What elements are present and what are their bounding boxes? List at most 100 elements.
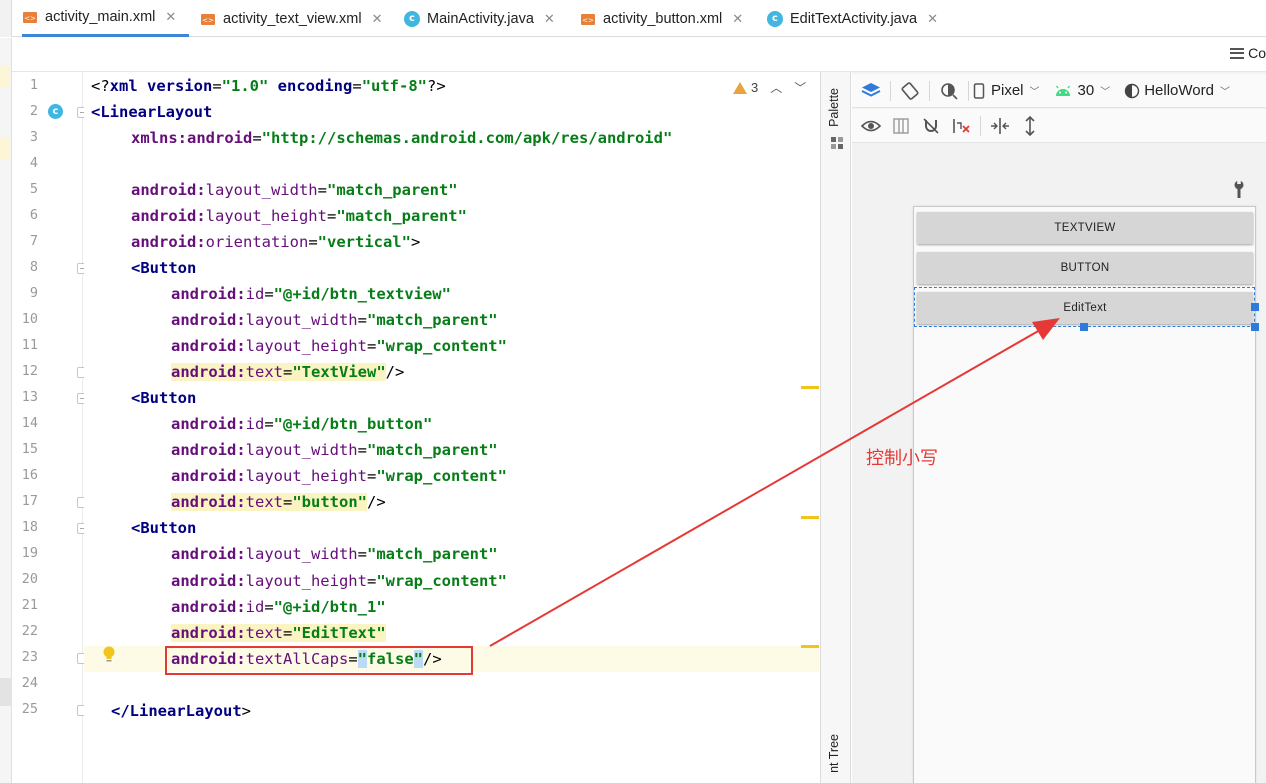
line-number: 7 <box>29 233 38 249</box>
resize-handle[interactable] <box>1251 303 1259 311</box>
code-line-15: android:layout_width="match_parent" <box>171 441 498 459</box>
line-number: 5 <box>29 181 38 197</box>
code-mode-label: Co <box>1248 45 1266 61</box>
line-number-gutter: 1 2 3 4 5 6 7 8 9 10 11 12 13 14 15 16 1… <box>12 72 88 783</box>
phone-icon <box>973 82 985 99</box>
code-line-7: android:orientation="vertical"> <box>131 233 421 251</box>
code-line-1: <?xml version="1.0" encoding="utf-8"?> <box>91 77 446 95</box>
preview-button-button[interactable]: BUTTON <box>917 252 1253 284</box>
preview-textview-button[interactable]: TEXTVIEW <box>917 212 1253 244</box>
wrench-icon[interactable] <box>1232 180 1246 198</box>
line-number: 23 <box>21 649 38 665</box>
close-icon[interactable]: ✕ <box>927 11 938 27</box>
tab-label: EditTextActivity.java <box>790 10 918 27</box>
scrollbar-warning-marker[interactable] <box>801 645 819 648</box>
selection-outline <box>914 287 1255 327</box>
device-selector[interactable]: Pixel ﹀ <box>973 82 1040 99</box>
tab-label: activity_button.xml <box>603 10 723 27</box>
code-line-21: android:id="@+id/btn_1" <box>171 598 386 616</box>
tab-edit-text-activity-java[interactable]: c EditTextActivity.java ✕ <box>767 0 938 37</box>
layers-icon[interactable] <box>860 80 882 102</box>
close-icon[interactable]: ✕ <box>544 11 555 27</box>
toolbar-separator <box>968 80 969 101</box>
toolbar-separator <box>980 115 981 136</box>
blueprint-icon[interactable] <box>890 115 912 137</box>
code-line-20: android:layout_height="wrap_content" <box>171 572 507 590</box>
code-line-6: android:layout_height="match_parent" <box>131 207 467 225</box>
svg-text:<>: <> <box>582 16 594 24</box>
line-number: 24 <box>21 675 38 691</box>
code-editor[interactable]: <?xml version="1.0" encoding="utf-8"?> <… <box>84 72 819 783</box>
edge-marker <box>0 138 10 160</box>
code-line-22: android:text="EditText" <box>171 624 386 642</box>
close-icon[interactable]: ✕ <box>165 9 176 25</box>
magnet-off-icon[interactable] <box>920 115 942 137</box>
api-label: 30 <box>1077 82 1095 99</box>
editor-mode-bar: Co <box>12 38 1266 72</box>
line-number: 4 <box>29 155 38 171</box>
project-panel-edge <box>0 38 12 783</box>
night-mode-icon[interactable] <box>938 80 960 102</box>
code-line-5: android:layout_width="match_parent" <box>131 181 458 199</box>
theme-selector[interactable]: HelloWord ﹀ <box>1124 82 1230 99</box>
line-number: 8 <box>29 259 38 275</box>
warning-count: 3 <box>751 80 759 95</box>
palette-tab[interactable]: Palette <box>827 88 841 127</box>
code-line-25: </LinearLayout> <box>111 702 251 720</box>
line-number: 1 <box>29 77 38 93</box>
api-level-selector[interactable]: 30 ﹀ <box>1054 82 1110 99</box>
chevron-down-icon[interactable]: ﹀ <box>794 79 806 96</box>
line-number: 16 <box>21 467 38 483</box>
tab-activity-button-xml[interactable]: <> activity_button.xml ✕ <box>580 0 743 37</box>
code-line-19: android:layout_width="match_parent" <box>171 545 498 563</box>
resize-handle[interactable] <box>1080 323 1088 331</box>
code-line-10: android:layout_width="match_parent" <box>171 311 498 329</box>
close-icon[interactable]: ✕ <box>732 11 743 27</box>
close-icon[interactable]: ✕ <box>372 11 383 27</box>
code-lines-icon <box>1230 47 1245 59</box>
android-icon <box>1055 85 1070 96</box>
xml-file-icon: <> <box>581 13 595 25</box>
code-line-14: android:id="@+id/btn_button" <box>171 415 433 433</box>
line-number: 13 <box>21 389 38 405</box>
scrollbar-warning-marker[interactable] <box>801 386 819 389</box>
layout-design-panel: Pixel ﹀ 30 ﹀ HelloWord ﹀ TEXTVIEW BUTTON… <box>852 72 1266 783</box>
line-number: 12 <box>21 363 38 379</box>
code-line-17: android:text="button"/> <box>171 493 386 511</box>
xml-file-icon: <> <box>201 13 215 25</box>
design-toolbar-bottom <box>852 109 1266 143</box>
tab-label: activity_text_view.xml <box>223 10 362 27</box>
resize-handle[interactable] <box>1251 323 1259 331</box>
device-preview[interactable]: TEXTVIEW BUTTON EditText <box>913 206 1259 783</box>
java-class-icon: c <box>404 10 420 27</box>
line-number: 3 <box>29 129 38 145</box>
line-number: 10 <box>21 311 38 327</box>
tab-main-activity-java[interactable]: c MainActivity.java ✕ <box>404 0 555 37</box>
line-number: 2 <box>29 103 38 119</box>
line-number: 9 <box>29 285 38 301</box>
vertical-resize-icon[interactable] <box>1019 115 1041 137</box>
scrollbar-warning-marker[interactable] <box>801 516 819 519</box>
line-number: 14 <box>21 415 38 431</box>
lightbulb-icon[interactable] <box>102 646 116 664</box>
svg-text:<>: <> <box>202 16 214 24</box>
java-class-icon: c <box>767 10 783 27</box>
eye-icon[interactable] <box>860 115 882 137</box>
line-number: 18 <box>21 519 38 535</box>
rotate-icon[interactable] <box>899 80 921 102</box>
device-label: Pixel <box>991 82 1024 99</box>
tab-activity-main-xml[interactable]: <> activity_main.xml ✕ <box>22 0 189 37</box>
code-mode-button[interactable]: Co <box>1230 45 1266 61</box>
clear-constraints-icon[interactable] <box>950 115 972 137</box>
line-number: 19 <box>21 545 38 561</box>
class-gutter-icon[interactable]: c <box>48 104 63 119</box>
component-tree-tab[interactable]: nt Tree <box>827 734 841 773</box>
tab-activity-text-view-xml[interactable]: <> activity_text_view.xml ✕ <box>200 0 383 37</box>
annotation-label: 控制小写 <box>866 448 938 469</box>
highlight-annotation-box <box>165 646 473 675</box>
inspection-widget[interactable]: 3 ︿ ﹀ <box>733 79 806 96</box>
horizontal-align-icon[interactable] <box>989 115 1011 137</box>
chevron-up-icon[interactable]: ︿ <box>770 79 782 96</box>
theme-label: HelloWord <box>1144 82 1214 99</box>
line-number: 25 <box>21 701 38 717</box>
